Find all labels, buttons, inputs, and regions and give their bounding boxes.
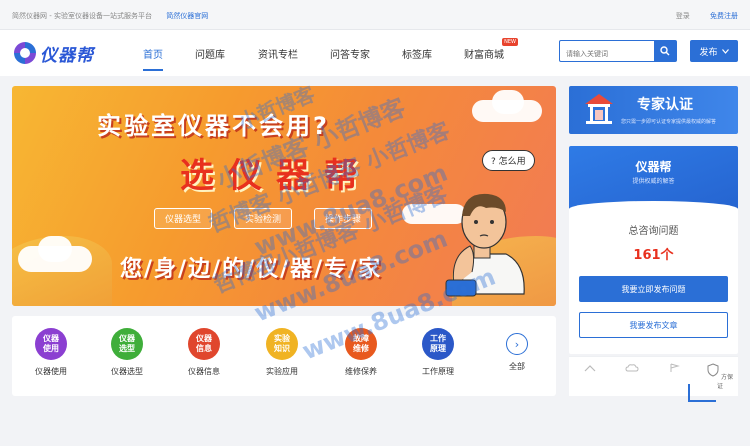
top-info-bar: 简然仪器网 - 实验室仪器设备一站式服务平台 简然仪器官网 登录 免费注册 bbox=[0, 0, 750, 30]
category-icon: 仪器 使用 bbox=[35, 328, 67, 360]
search-box bbox=[559, 40, 677, 64]
flag-icon bbox=[670, 363, 680, 372]
category-icon: 仪器 信息 bbox=[188, 328, 220, 360]
category-all-label: 全部 bbox=[509, 362, 525, 371]
category-label: 工作原理 bbox=[422, 367, 454, 376]
category-label: 仪器信息 bbox=[188, 367, 220, 376]
official-site-link[interactable]: 简然仪器官网 bbox=[166, 12, 208, 20]
register-link[interactable]: 免费注册 bbox=[710, 12, 738, 20]
banner-tag-steps: 操作步骤 bbox=[314, 208, 373, 229]
banner-cloud-decoration bbox=[38, 236, 72, 262]
nav-item-question-bank[interactable]: 问题库 bbox=[195, 46, 225, 61]
search-button[interactable] bbox=[654, 41, 676, 61]
banner-tagline: 您/身/边/的/仪/器/专/家 bbox=[120, 257, 383, 282]
publish-button[interactable]: 发布 bbox=[690, 40, 738, 62]
search-input[interactable] bbox=[560, 44, 652, 64]
pavilion-icon bbox=[585, 94, 613, 124]
category-label: 仪器使用 bbox=[35, 367, 67, 376]
site-logo[interactable]: 仪器帮 bbox=[14, 40, 94, 66]
category-icon: 故障 维修 bbox=[345, 328, 377, 360]
category-all[interactable]: › 全部 bbox=[487, 328, 547, 372]
new-badge: NEW bbox=[502, 38, 518, 46]
category-instrument-usage[interactable]: 仪器 使用 仪器使用 bbox=[21, 328, 81, 377]
stats-card-subtitle: 提供权威的解答 bbox=[632, 178, 675, 185]
question-count-label: 总咨询问题 bbox=[628, 226, 679, 237]
banner-headline: 实验室仪器不会用? bbox=[97, 112, 330, 140]
question-bubble: ? 怎么用 bbox=[482, 150, 535, 171]
nav-item-experts[interactable]: 问答专家 bbox=[330, 46, 370, 61]
category-instrument-selection[interactable]: 仪器 选型 仪器选型 bbox=[97, 328, 157, 377]
search-icon bbox=[660, 46, 670, 56]
nav-item-news[interactable]: 资讯专栏 bbox=[258, 46, 298, 61]
login-link[interactable]: 登录 bbox=[676, 12, 690, 20]
nav-item-tags[interactable]: 标签库 bbox=[402, 46, 432, 61]
stats-card: 仪器帮 提供权威的解答 总咨询问题 161个 我要立即发布问题 我要发布文章 bbox=[569, 146, 738, 354]
stats-card-title: 仪器帮 bbox=[635, 160, 672, 174]
category-icon: 工作 原理 bbox=[422, 328, 454, 360]
thinking-person-illustration bbox=[445, 193, 525, 297]
chevron-up-icon bbox=[584, 365, 596, 372]
nav-item-home[interactable]: 首页 bbox=[143, 46, 163, 71]
banner-cloud-decoration bbox=[492, 90, 524, 114]
category-icon: 仪器 选型 bbox=[111, 328, 143, 360]
category-label: 实验应用 bbox=[266, 367, 298, 376]
category-working-principle[interactable]: 工作 原理 工作原理 bbox=[408, 328, 468, 377]
category-panel: 仪器 使用 仪器使用 仪器 选型 仪器选型 仪器 信息 仪器信息 实验 知识 实验应用 … bbox=[12, 316, 556, 396]
shield-icon bbox=[707, 363, 719, 377]
category-label: 仪器选型 bbox=[111, 367, 143, 376]
top-bar-right: 登录 免费注册 bbox=[658, 11, 738, 21]
publish-label: 发布 bbox=[699, 47, 718, 58]
assurance-label: 方保证 bbox=[716, 374, 733, 390]
main-header: 仪器帮 首页 问题库 资讯专栏 问答专家 标签库 财富商城 NEW 发布 bbox=[0, 30, 750, 76]
nav-item-mall[interactable]: 财富商城 NEW bbox=[464, 38, 518, 61]
banner-tag-testing: 实验检测 bbox=[234, 208, 293, 229]
hero-banner[interactable]: 实验室仪器不会用? 选仪器帮 仪器选型 实验检测 操作步骤 您/身/边/的/仪/… bbox=[12, 86, 556, 306]
category-experiment-application[interactable]: 实验 知识 实验应用 bbox=[252, 328, 312, 377]
back-to-top-button[interactable] bbox=[688, 384, 716, 402]
category-instrument-info[interactable]: 仪器 信息 仪器信息 bbox=[174, 328, 234, 377]
page-bottom-area bbox=[0, 406, 750, 446]
category-maintenance[interactable]: 故障 维修 维修保养 bbox=[331, 328, 391, 377]
post-article-button[interactable]: 我要发布文章 bbox=[579, 312, 728, 338]
expert-title: 专家认证 bbox=[637, 97, 693, 113]
cloud-icon bbox=[625, 364, 639, 372]
nav-item-mall-label: 财富商城 bbox=[464, 50, 504, 61]
question-count-value: 161个 bbox=[633, 248, 674, 263]
category-label: 维修保养 bbox=[345, 367, 377, 376]
expert-certification-banner[interactable]: 专家认证 您只需一步即可认证专家提供最权威的解答 bbox=[569, 86, 738, 134]
top-bar-left: 简然仪器网 - 实验室仪器设备一站式服务平台 简然仪器官网 bbox=[12, 11, 208, 21]
banner-tags: 仪器选型 实验检测 操作步骤 bbox=[154, 208, 373, 229]
site-intro-text: 简然仪器网 - 实验室仪器设备一站式服务平台 bbox=[12, 12, 152, 20]
gear-logo-icon bbox=[14, 42, 36, 64]
chevron-down-icon bbox=[721, 48, 729, 54]
banner-slogan: 选仪器帮 bbox=[180, 156, 372, 196]
category-icon: 实验 知识 bbox=[266, 328, 298, 360]
logo-text: 仪器帮 bbox=[40, 45, 94, 66]
chevron-right-icon: › bbox=[506, 333, 528, 355]
main-nav: 首页 问题库 资讯专栏 问答专家 标签库 财富商城 NEW bbox=[140, 38, 518, 71]
banner-tag-selection: 仪器选型 bbox=[154, 208, 213, 229]
stats-card-header: 仪器帮 提供权威的解答 bbox=[569, 146, 738, 217]
post-question-button[interactable]: 我要立即发布问题 bbox=[579, 276, 728, 302]
expert-subtitle: 您只需一步即可认证专家提供最权威的解答 bbox=[621, 119, 717, 125]
